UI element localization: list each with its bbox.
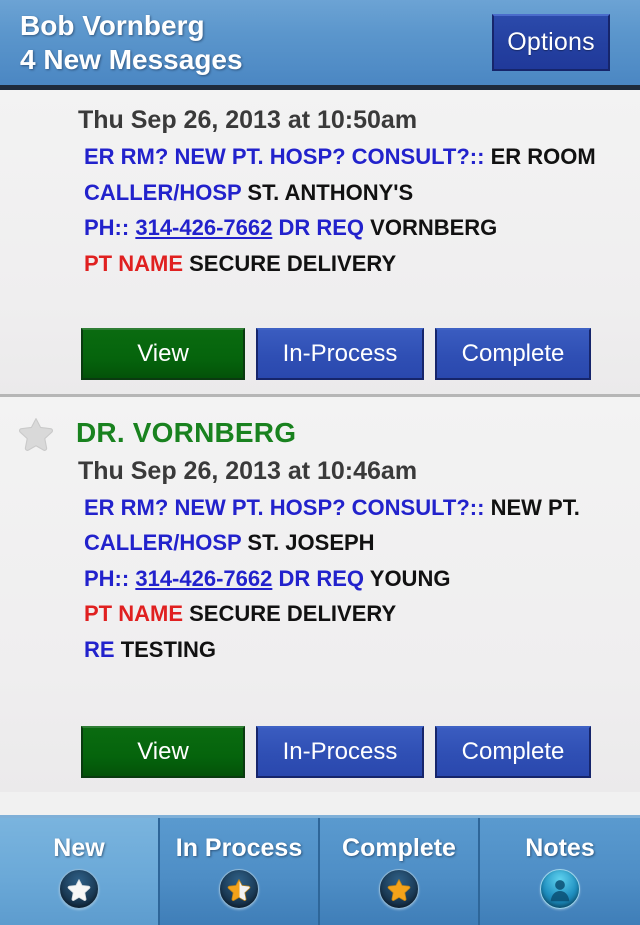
message-body: Thu Sep 26, 2013 at 10:50am ER RM? NEW PT… (0, 90, 640, 394)
field-value: SECURE DELIVERY (189, 250, 397, 276)
field-label: ER RM? NEW PT. HOSP? CONSULT?:: (84, 144, 485, 169)
header-new-message-count: 4 New Messages (20, 43, 243, 75)
message-actions: View In-Process Complete (0, 282, 640, 394)
tab-notes[interactable]: Notes (480, 818, 640, 925)
message-sender-row: DR. VORNBERG (0, 411, 640, 455)
phone-number-link[interactable]: 314-426-7662 (135, 215, 272, 240)
white-star-icon (59, 869, 99, 909)
view-button[interactable]: View (81, 327, 245, 380)
message-timestamp: Thu Sep 26, 2013 at 10:46am (78, 456, 418, 485)
message-actions: View In-Process Complete (0, 668, 640, 792)
complete-button[interactable]: Complete (435, 327, 591, 380)
field-value: VORNBERG (370, 215, 498, 241)
view-button[interactable]: View (81, 725, 245, 778)
message-field: CALLER/HOSP ST. ANTHONY'S (84, 175, 640, 211)
field-value: NEW PT. (490, 494, 580, 520)
tab-complete[interactable]: Complete (320, 818, 480, 925)
message-field: RE TESTING (84, 632, 640, 668)
message-list: Thu Sep 26, 2013 at 10:50am ER RM? NEW PT… (0, 90, 640, 815)
field-label: CALLER/HOSP (84, 530, 242, 556)
star-icon[interactable] (16, 413, 56, 453)
field-value: TESTING (120, 637, 217, 662)
orange-star-icon (379, 869, 419, 909)
field-label: PH:: (84, 215, 130, 241)
header-user-name: Bob Vornberg (20, 9, 205, 41)
phone-number-link[interactable]: 314-426-7662 (135, 566, 272, 591)
tab-label: New (53, 834, 105, 862)
options-button[interactable]: Options (492, 14, 610, 71)
tab-label: Complete (342, 834, 456, 862)
field-label: PH:: (84, 565, 130, 591)
bottom-tab-bar: New In Process Complete Notes (0, 815, 640, 925)
complete-button[interactable]: Complete (435, 725, 591, 778)
in-process-button[interactable]: In-Process (256, 327, 424, 380)
field-value: ER ROOM (490, 144, 596, 169)
field-label-secondary: DR REQ (278, 565, 365, 591)
field-value: ST. ANTHONY'S (247, 179, 414, 205)
person-icon (540, 869, 580, 909)
message-field: CALLER/HOSP ST. JOSEPH (84, 525, 640, 561)
field-label: PT NAME (84, 250, 183, 276)
message-field: ER RM? NEW PT. HOSP? CONSULT?:: NEW PT. (84, 490, 640, 526)
message-fields: ER RM? NEW PT. HOSP? CONSULT?:: ER ROOM C… (0, 137, 640, 282)
app-root: Bob Vornberg 4 New Messages Options Thu … (0, 0, 640, 925)
message-fields: ER RM? NEW PT. HOSP? CONSULT?:: NEW PT. C… (0, 488, 640, 668)
message-sender-name: DR. VORNBERG (76, 416, 297, 448)
message-field: PH:: 314-426-7662 DR REQ VORNBERG (84, 210, 640, 246)
message-item[interactable]: Thu Sep 26, 2013 at 10:50am ER RM? NEW PT… (0, 90, 640, 397)
tab-in-process[interactable]: In Process (160, 818, 320, 925)
field-label: CALLER/HOSP (84, 179, 242, 205)
tab-label: In Process (175, 834, 303, 862)
field-label-secondary: DR REQ (278, 215, 365, 241)
field-value: ST. JOSEPH (247, 530, 375, 556)
header-titles: Bob Vornberg 4 New Messages (20, 10, 492, 75)
tab-new[interactable]: New (0, 818, 160, 925)
message-item[interactable]: DR. VORNBERG Thu Sep 26, 2013 at 10:46am E… (0, 396, 640, 792)
field-label: RE (84, 637, 115, 662)
field-label: PT NAME (84, 601, 183, 627)
tab-label: Notes (525, 834, 595, 862)
message-field: ER RM? NEW PT. HOSP? CONSULT?:: ER ROOM (84, 139, 640, 175)
field-value: YOUNG (369, 565, 451, 591)
message-body: DR. VORNBERG Thu Sep 26, 2013 at 10:46am E… (0, 397, 640, 792)
message-field: PT NAME SECURE DELIVERY (84, 246, 640, 282)
message-timestamp: Thu Sep 26, 2013 at 10:50am (78, 106, 418, 134)
message-field: PH:: 314-426-7662 DR REQ YOUNG (84, 561, 640, 597)
half-orange-star-icon (219, 869, 259, 909)
message-field: PT NAME SECURE DELIVERY (84, 596, 640, 632)
field-value: SECURE DELIVERY (189, 601, 397, 627)
app-header: Bob Vornberg 4 New Messages Options (0, 0, 640, 90)
field-label: ER RM? NEW PT. HOSP? CONSULT?:: (84, 494, 485, 520)
in-process-button[interactable]: In-Process (256, 725, 424, 778)
